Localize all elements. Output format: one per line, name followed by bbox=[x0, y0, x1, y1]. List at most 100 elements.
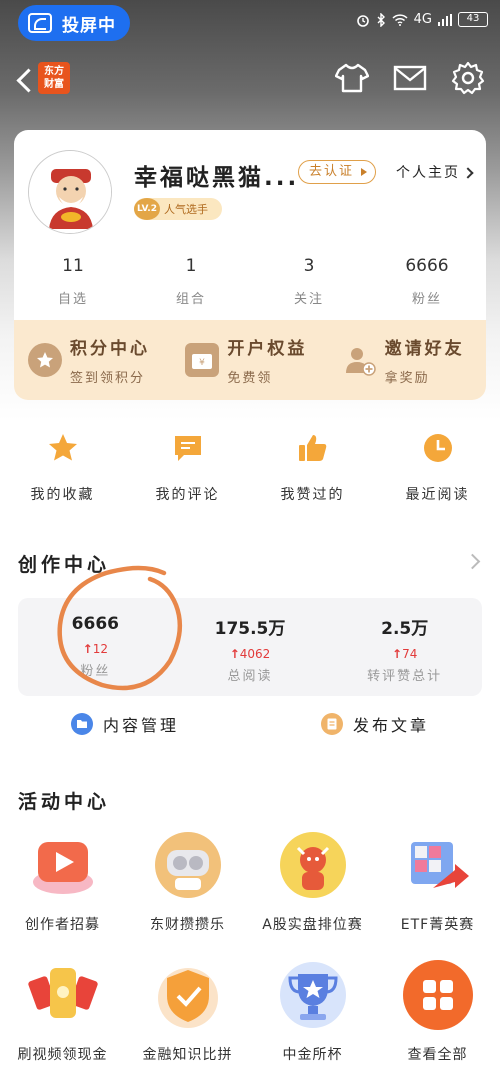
shirt-icon[interactable] bbox=[334, 60, 370, 96]
folder-icon bbox=[70, 713, 93, 735]
delta-value: 74 bbox=[402, 647, 418, 661]
content-management-button[interactable]: 内容管理 bbox=[0, 712, 250, 736]
creator-stats: 6666 ↑12 粉丝 175.5万 ↑4062 总阅读 2.5万 ↑74 转评… bbox=[18, 598, 482, 696]
creator-stat-value: 6666 bbox=[71, 614, 119, 634]
ox-mascot-icon bbox=[278, 830, 348, 900]
cast-indicator[interactable]: 投屏中 bbox=[18, 5, 130, 41]
stat-watchlist[interactable]: 11 自选 bbox=[14, 256, 132, 307]
quick-action-favorites[interactable]: 我的收藏 bbox=[0, 430, 125, 504]
star-icon bbox=[45, 430, 81, 466]
quick-action-recent[interactable]: 最近阅读 bbox=[375, 430, 500, 504]
activity-row: 创作者招募 东财攒攒乐 A股实盘排位赛 ETF菁英赛 bbox=[0, 830, 500, 960]
thumbs-up-icon bbox=[295, 430, 331, 466]
quick-action-liked[interactable]: 我赞过的 bbox=[250, 430, 375, 504]
perk-title: 积分中心 bbox=[70, 339, 150, 359]
publish-article-label: 发布文章 bbox=[352, 716, 429, 735]
stat-portfolio[interactable]: 1 组合 bbox=[132, 256, 250, 307]
settings-gear-icon[interactable] bbox=[450, 60, 486, 96]
creator-stat-engagement[interactable]: 2.5万 ↑74 转评赞总计 bbox=[327, 598, 482, 696]
activity-label: 金融知识比拼 bbox=[142, 1047, 233, 1063]
perk-points-center[interactable]: 积分中心 签到领积分 bbox=[14, 334, 171, 386]
level-title: 人气选手 bbox=[164, 203, 208, 216]
stat-value: 11 bbox=[62, 256, 84, 276]
quick-action-label: 最近阅读 bbox=[405, 487, 470, 503]
quick-actions: 我的收藏 我的评论 我赞过的 最近阅读 bbox=[0, 430, 500, 504]
homepage-label: 个人主页 bbox=[396, 165, 460, 181]
up-arrow-icon: ↑ bbox=[229, 647, 240, 661]
creator-stat-delta: ↑74 bbox=[327, 647, 482, 661]
stat-fans[interactable]: 6666 粉丝 bbox=[368, 256, 486, 307]
creator-stat-label: 转评赞总计 bbox=[367, 669, 443, 684]
earbuds-prize-icon bbox=[153, 830, 223, 900]
nav-bar: 东方 财富 bbox=[0, 56, 500, 104]
activity-label: 刷视频领现金 bbox=[17, 1047, 108, 1063]
phone-cash-icon bbox=[27, 960, 98, 1030]
comment-icon bbox=[170, 430, 206, 466]
cube-chart-icon bbox=[403, 830, 473, 900]
app-logo: 东方 财富 bbox=[38, 62, 70, 94]
cast-icon bbox=[28, 13, 52, 33]
creator-stat-delta: ↑12 bbox=[18, 642, 173, 656]
activity-label: 查看全部 bbox=[407, 1047, 468, 1063]
personal-homepage-link[interactable]: 个人主页 bbox=[396, 162, 474, 182]
creator-stat-value: 175.5万 bbox=[214, 619, 286, 639]
creator-stat-fans[interactable]: 6666 ↑12 粉丝 bbox=[18, 598, 173, 696]
grid-icon bbox=[402, 960, 473, 1030]
network-label: 4G bbox=[413, 12, 432, 27]
activity-grid: 创作者招募 东财攒攒乐 A股实盘排位赛 ETF菁英赛 刷视频领现金 金融知识比拼… bbox=[0, 830, 500, 1083]
mail-icon[interactable] bbox=[392, 60, 428, 96]
perk-subtitle: 免费领 bbox=[227, 371, 273, 386]
signal-icon bbox=[438, 13, 452, 26]
creator-stat-label: 粉丝 bbox=[80, 664, 111, 679]
avatar[interactable] bbox=[28, 150, 112, 234]
activity-finance-quiz[interactable]: 金融知识比拼 bbox=[125, 960, 250, 1083]
logo-text-2: 财富 bbox=[44, 79, 64, 90]
publish-article-button[interactable]: 发布文章 bbox=[250, 712, 500, 736]
clock-icon bbox=[420, 430, 456, 466]
up-arrow-icon: ↑ bbox=[82, 642, 93, 656]
delta-value: 4062 bbox=[239, 647, 271, 661]
activity-cffex-cup[interactable]: 中金所杯 bbox=[250, 960, 375, 1083]
activity-view-all[interactable]: 查看全部 bbox=[375, 960, 500, 1083]
stat-value: 3 bbox=[303, 256, 315, 276]
activity-label: 创作者招募 bbox=[25, 917, 100, 933]
stat-following[interactable]: 3 关注 bbox=[250, 256, 368, 307]
logo-text-1: 东方 bbox=[44, 66, 64, 77]
cast-label: 投屏中 bbox=[62, 15, 116, 36]
alarm-icon bbox=[356, 14, 369, 27]
quick-action-comments[interactable]: 我的评论 bbox=[125, 430, 250, 504]
level-icon: LV.2 bbox=[134, 198, 160, 220]
stat-value: 1 bbox=[185, 256, 197, 276]
chevron-right-icon[interactable] bbox=[464, 553, 481, 570]
level-badge[interactable]: LV.2 人气选手 bbox=[134, 198, 222, 220]
activity-a-share-ranking[interactable]: A股实盘排位赛 bbox=[250, 830, 375, 960]
activity-video-cash[interactable]: 刷视频领现金 bbox=[0, 960, 125, 1083]
star-badge-icon bbox=[28, 343, 62, 377]
up-arrow-icon: ↑ bbox=[392, 647, 403, 661]
creator-stat-label: 总阅读 bbox=[227, 669, 273, 684]
status-bar: 投屏中 4G 43 bbox=[0, 0, 500, 46]
creator-stat-reads[interactable]: 175.5万 ↑4062 总阅读 bbox=[173, 598, 328, 696]
activity-creator-recruit[interactable]: 创作者招募 bbox=[0, 830, 125, 960]
verify-button[interactable]: 去认证 bbox=[298, 160, 376, 184]
creator-center-title[interactable]: 创作中心 bbox=[18, 550, 110, 577]
delta-value: 12 bbox=[92, 642, 108, 656]
stat-label: 粉丝 bbox=[411, 292, 442, 307]
username: 幸福哒黑猫... bbox=[134, 165, 300, 191]
activity-label: 中金所杯 bbox=[282, 1047, 343, 1063]
profile-card: 幸福哒黑猫... 去认证 个人主页 LV.2 人气选手 11 自选 1 组合 3… bbox=[14, 130, 486, 400]
activity-dongcai-save[interactable]: 东财攒攒乐 bbox=[125, 830, 250, 960]
battery-indicator: 43 bbox=[458, 12, 488, 27]
bluetooth-icon bbox=[377, 12, 385, 27]
back-arrow-icon[interactable] bbox=[10, 62, 38, 98]
stat-label: 组合 bbox=[175, 292, 206, 307]
chevron-right-icon bbox=[462, 167, 474, 179]
play-video-icon bbox=[28, 830, 98, 900]
perk-title: 开户权益 bbox=[227, 339, 308, 359]
perk-account-benefits[interactable]: ¥ 开户权益 免费领 bbox=[171, 334, 328, 386]
perk-invite-friends[interactable]: 邀请好友 拿奖励 bbox=[329, 334, 486, 386]
quick-action-label: 我的收藏 bbox=[30, 487, 95, 503]
add-user-icon bbox=[343, 343, 377, 377]
quick-action-label: 我的评论 bbox=[155, 487, 220, 503]
activity-etf-elite[interactable]: ETF菁英赛 bbox=[375, 830, 500, 960]
